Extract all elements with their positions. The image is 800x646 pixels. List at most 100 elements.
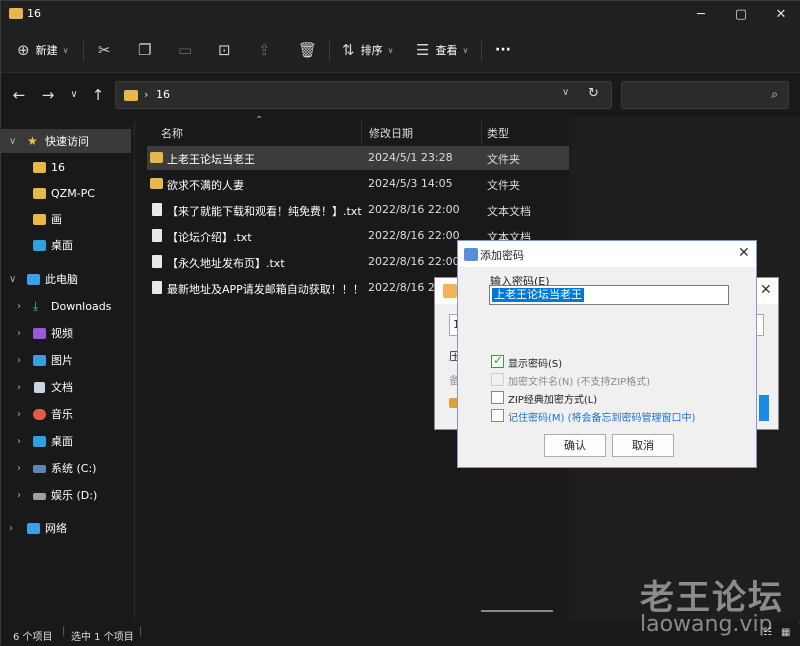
horizontal-scrollbar[interactable] — [481, 610, 553, 612]
folder-icon — [33, 187, 46, 199]
sidebar-label: 娱乐 (D:) — [51, 489, 98, 502]
text-file-icon — [152, 281, 162, 294]
address-dropdown-icon[interactable]: ∨ — [562, 87, 569, 98]
remember-password-checkbox[interactable] — [491, 409, 504, 422]
divider — [481, 41, 482, 61]
file-name: 【论坛介绍】.txt — [167, 231, 252, 244]
sidebar-item-desktop[interactable]: 桌面 — [1, 233, 131, 257]
sidebar-item-drive-c[interactable]: › 系统 (C:) — [1, 456, 131, 480]
file-name: 欲求不满的人妻 — [167, 179, 244, 192]
sidebar-label: 音乐 — [51, 408, 73, 421]
breadcrumb[interactable]: 16 — [156, 88, 170, 101]
sidebar-item-documents[interactable]: › 文档 — [1, 375, 131, 399]
archive-icon — [464, 248, 478, 261]
rename-icon: ⊡ — [218, 41, 231, 59]
sidebar-item-desktop-pc[interactable]: › 桌面 — [1, 429, 131, 453]
sidebar-item-music[interactable]: › 音乐 — [1, 402, 131, 426]
sidebar-label: 画 — [51, 213, 62, 226]
sidebar-item-network[interactable]: › 网络 — [1, 516, 131, 540]
sort-button[interactable]: ⇅ 排序 ∨ — [342, 37, 393, 63]
new-button[interactable]: ⊕ 新建 ∨ — [17, 37, 68, 63]
sidebar-item-quick-access[interactable]: ∨ ★ 快速访问 — [1, 129, 131, 153]
item-count: 6 个项目 — [13, 632, 53, 643]
column-divider[interactable] — [481, 119, 482, 145]
cut-button[interactable]: ✂ — [98, 37, 117, 63]
share-button[interactable]: ⇪ — [258, 37, 277, 63]
recent-chevron-icon[interactable]: ∨ — [64, 85, 84, 105]
picture-icon — [33, 354, 46, 366]
column-header-date[interactable]: 修改日期 — [369, 121, 413, 145]
sidebar-item-videos[interactable]: › 视频 — [1, 321, 131, 345]
compress-button[interactable] — [759, 395, 769, 421]
back-arrow-icon[interactable]: ← — [9, 85, 29, 105]
trash-icon: 🗑 — [298, 41, 318, 59]
column-header-type[interactable]: 类型 — [487, 121, 509, 145]
window-title: 16 — [27, 7, 41, 20]
star-icon: ★ — [27, 134, 38, 148]
network-icon — [27, 522, 40, 534]
view-label: 查看 — [435, 44, 458, 57]
folder-icon — [150, 178, 163, 189]
music-icon — [33, 408, 46, 420]
refresh-icon[interactable]: ↻ — [588, 86, 599, 101]
sidebar-item-pictures[interactable]: › 图片 — [1, 348, 131, 372]
file-name: 【来了就能下载和观看！纯免费！】.txt — [167, 205, 362, 218]
more-options-button[interactable]: ··· — [495, 37, 511, 63]
encrypt-filenames-checkbox[interactable] — [491, 373, 504, 386]
forward-arrow-icon[interactable]: → — [38, 85, 58, 105]
paste-button[interactable]: ▭ — [178, 37, 198, 63]
text-file-icon — [152, 229, 162, 242]
chevron-right-icon: › — [17, 300, 21, 312]
confirm-button[interactable]: 确认 — [544, 434, 606, 457]
minimize-button[interactable]: ─ — [681, 1, 721, 27]
sidebar-item-hua[interactable]: 画 — [1, 207, 131, 231]
file-row[interactable]: 【来了就能下载和观看！纯免费！】.txt 2022/8/16 22:00 文本文… — [147, 198, 569, 222]
computer-icon — [27, 273, 40, 285]
command-bar: ⊕ 新建 ∨ ✂ ❐ ▭ ⊡ ⇪ 🗑 ⇅ 排序 ∨ ☰ 查看 ∨ ··· — [1, 27, 800, 73]
sidebar-label: 网络 — [45, 522, 67, 535]
sidebar-label: 系统 (C:) — [51, 462, 97, 475]
show-password-checkbox[interactable] — [491, 353, 504, 368]
drive-icon — [33, 493, 46, 500]
rename-button[interactable]: ⊡ — [218, 37, 237, 63]
sidebar-item-drive-d[interactable]: › 娱乐 (D:) — [1, 483, 131, 507]
sidebar-label: 桌面 — [51, 239, 73, 252]
close-button[interactable]: ✕ — [761, 1, 800, 27]
navigation-pane: ∨ ★ 快速访问 16 QZM-PC 画 桌面 ∨ 此电脑 › ⤓ Downlo… — [1, 121, 135, 621]
sidebar-item-16[interactable]: 16 — [1, 155, 131, 179]
sidebar-item-qzm-pc[interactable]: QZM-PC — [1, 181, 131, 205]
search-input[interactable]: ⌕ — [621, 81, 789, 109]
chevron-right-icon: › — [9, 522, 13, 534]
sidebar-item-downloads[interactable]: › ⤓ Downloads — [1, 294, 131, 318]
address-bar[interactable]: › 16 ∨ ↻ — [115, 81, 612, 109]
maximize-button[interactable]: ▢ — [721, 1, 761, 27]
drive-icon — [33, 465, 46, 473]
column-divider[interactable] — [361, 119, 362, 145]
up-arrow-icon[interactable]: ↑ — [88, 85, 108, 105]
close-icon[interactable]: ✕ — [738, 245, 750, 261]
chevron-right-icon: › — [17, 489, 21, 501]
file-name: 最新地址及APP请发邮箱自动获取！！！.txt — [167, 283, 362, 296]
column-header-name[interactable]: 名称 — [161, 121, 183, 145]
desktop-icon — [33, 239, 46, 251]
sort-arrow-icon: ⌃ — [255, 115, 264, 126]
show-password-label: 显示密码(S) — [508, 359, 563, 370]
delete-button[interactable]: 🗑 — [298, 37, 323, 63]
copy-button[interactable]: ❐ — [138, 37, 157, 63]
cancel-button[interactable]: 取消 — [612, 434, 674, 457]
view-button[interactable]: ☰ 查看 ∨ — [416, 37, 468, 63]
chevron-down-icon: ∨ — [387, 45, 394, 55]
folder-icon — [124, 90, 138, 101]
divider — [83, 41, 84, 61]
folder-icon — [150, 152, 163, 163]
chevron-down-icon: ∨ — [462, 45, 469, 55]
close-icon[interactable]: ✕ — [760, 282, 772, 298]
zip-classic-checkbox[interactable] — [491, 391, 504, 404]
document-icon — [34, 381, 45, 393]
file-row[interactable]: 上老王论坛当老王 2024/5/1 23:28 文件夹 — [147, 146, 569, 170]
password-input[interactable]: 上老王论坛当老王 — [489, 285, 729, 305]
tiles-view-icon[interactable]: ▦ — [781, 627, 790, 638]
file-row[interactable]: 欲求不满的人妻 2024/5/3 14:05 文件夹 — [147, 172, 569, 196]
file-date: 2022/8/16 22:00 — [368, 255, 460, 268]
sidebar-item-this-pc[interactable]: ∨ 此电脑 — [1, 267, 131, 291]
